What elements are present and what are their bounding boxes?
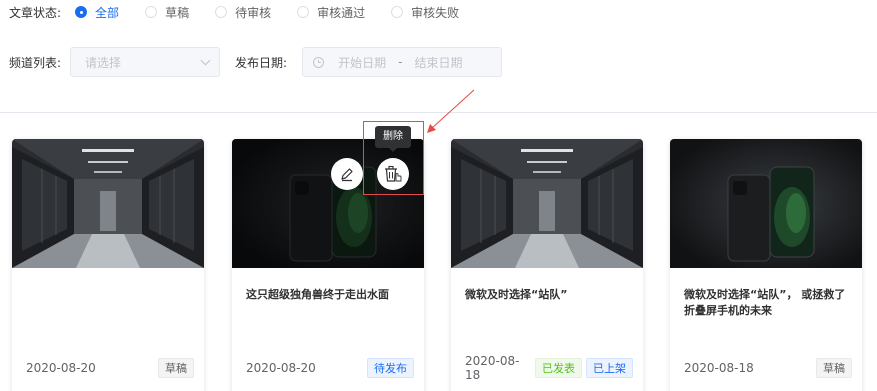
server-room-image xyxy=(451,139,643,268)
clock-icon xyxy=(313,56,325,68)
date-label: 发布日期: xyxy=(235,55,288,70)
article-card[interactable]: 2020-08-20 草稿 xyxy=(12,139,204,391)
card-title: 微软及时选择“站队” xyxy=(465,288,568,301)
card-footer: 2020-08-18 已发表 已上架 xyxy=(465,354,633,382)
card-footer: 2020-08-20 草稿 xyxy=(26,357,194,379)
status-filter: 文章状态: 全部 草稿 待审核 审核通过 审核失败 xyxy=(9,4,485,20)
article-card[interactable]: 微软及时选择“站队”， 或拯救了折叠屏手机的未来 2020-08-18 草稿 xyxy=(670,139,862,391)
card-date: 2020-08-20 xyxy=(26,361,96,375)
article-card[interactable]: 微软及时选择“站队” 2020-08-18 已发表 已上架 xyxy=(451,139,643,391)
card-title: 微软及时选择“站队”， 或拯救了折叠屏手机的未来 xyxy=(684,288,846,317)
channel-label: 频道列表: xyxy=(9,55,62,70)
date-end-input[interactable]: 结束日期 xyxy=(414,54,462,71)
secondary-filters: 频道列表: 请选择 发布日期: 开始日期 - 结束日期 xyxy=(9,46,503,78)
status-badge: 待发布 xyxy=(367,358,414,378)
radio-dot xyxy=(391,6,404,18)
card-title: 这只超级独角兽终于走出水面 xyxy=(246,288,389,301)
edit-pencil-icon xyxy=(341,168,353,182)
card-date: 2020-08-18 xyxy=(684,361,754,375)
channel-placeholder: 请选择 xyxy=(85,55,122,70)
card-footer: 2020-08-20 待发布 xyxy=(246,357,414,379)
date-range-picker[interactable]: 开始日期 - 结束日期 xyxy=(302,47,503,77)
status-label: 文章状态: xyxy=(9,5,62,20)
channel-select[interactable]: 请选择 xyxy=(70,47,221,77)
card-date: 2020-08-20 xyxy=(246,361,316,375)
radio-dot xyxy=(215,6,228,18)
date-separator: - xyxy=(398,55,403,69)
date-start-input[interactable]: 开始日期 xyxy=(338,54,386,71)
status-radio-pending[interactable]: 待审核 xyxy=(215,4,271,21)
edit-button[interactable] xyxy=(331,158,363,190)
status-radio-approved[interactable]: 审核通过 xyxy=(297,4,365,21)
card-date: 2020-08-18 xyxy=(465,354,520,382)
status-badge: 草稿 xyxy=(158,358,194,378)
annotation-highlight-box xyxy=(363,121,424,195)
radio-dot xyxy=(75,6,88,18)
status-radio-all[interactable]: 全部 xyxy=(75,4,119,21)
status-badge: 已发表 xyxy=(535,358,582,378)
divider xyxy=(0,112,877,113)
radio-dot xyxy=(297,6,310,18)
server-room-image xyxy=(12,139,204,268)
status-radio-draft[interactable]: 草稿 xyxy=(145,4,189,21)
chevron-down-icon xyxy=(200,55,211,65)
smartphone-image xyxy=(670,139,862,268)
card-footer: 2020-08-18 草稿 xyxy=(684,357,852,379)
radio-dot xyxy=(145,6,158,18)
status-radio-failed[interactable]: 审核失败 xyxy=(391,4,459,21)
status-badge: 已上架 xyxy=(586,358,633,378)
status-badge: 草稿 xyxy=(816,358,852,378)
